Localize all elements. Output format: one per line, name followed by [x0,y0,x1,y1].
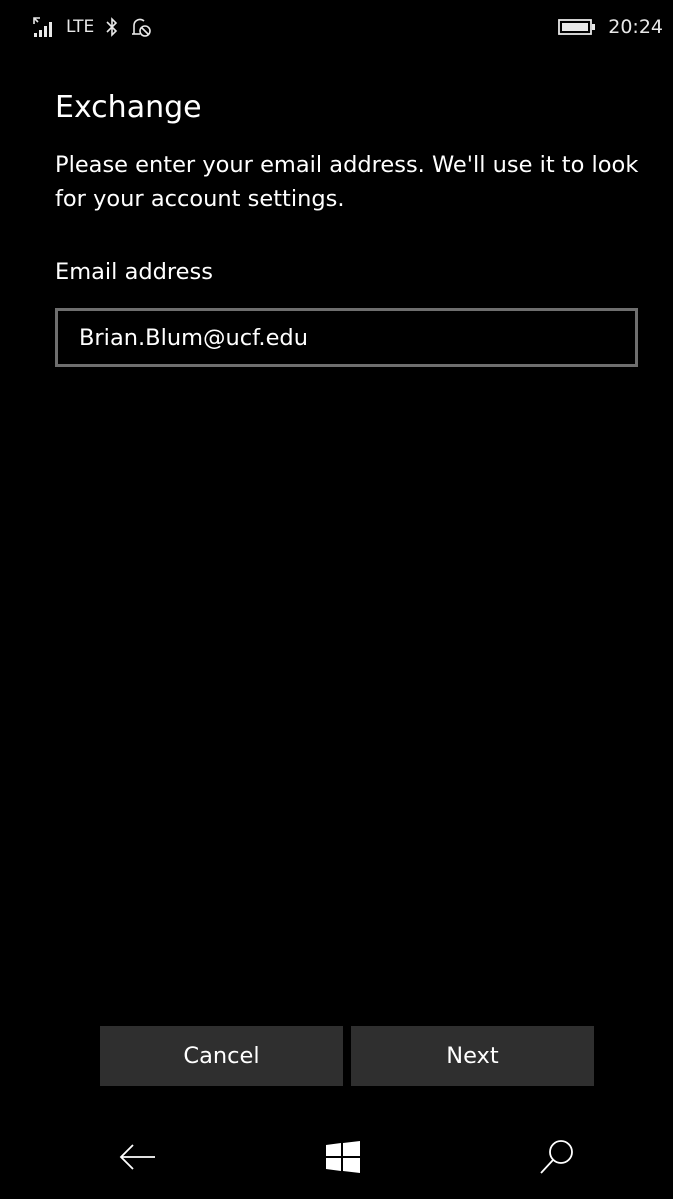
search-button[interactable] [532,1136,582,1180]
bluetooth-icon [104,16,120,38]
status-right: 20:24 [558,14,663,40]
clock: 20:24 [608,16,663,38]
screen: LTE 20:24 Exchange Please enter your ema… [0,0,673,1199]
status-bar: LTE 20:24 [0,0,673,52]
page-title: Exchange [55,90,202,125]
battery-icon [558,18,596,36]
signal-icon [32,16,56,38]
network-type: LTE [66,17,95,37]
cancel-button[interactable]: Cancel [100,1026,343,1086]
start-button[interactable] [318,1136,368,1180]
status-left: LTE [32,14,152,40]
windows-start-icon [324,1140,362,1177]
next-button[interactable]: Next [351,1026,594,1086]
back-arrow-icon [117,1142,157,1175]
search-icon [537,1137,577,1180]
email-label: Email address [55,259,213,285]
navigation-bar [0,1118,673,1199]
instructions-text: Please enter your email address. We'll u… [55,152,639,212]
quiet-hours-icon [130,16,152,38]
back-button[interactable] [112,1136,162,1180]
email-field[interactable] [55,308,638,367]
